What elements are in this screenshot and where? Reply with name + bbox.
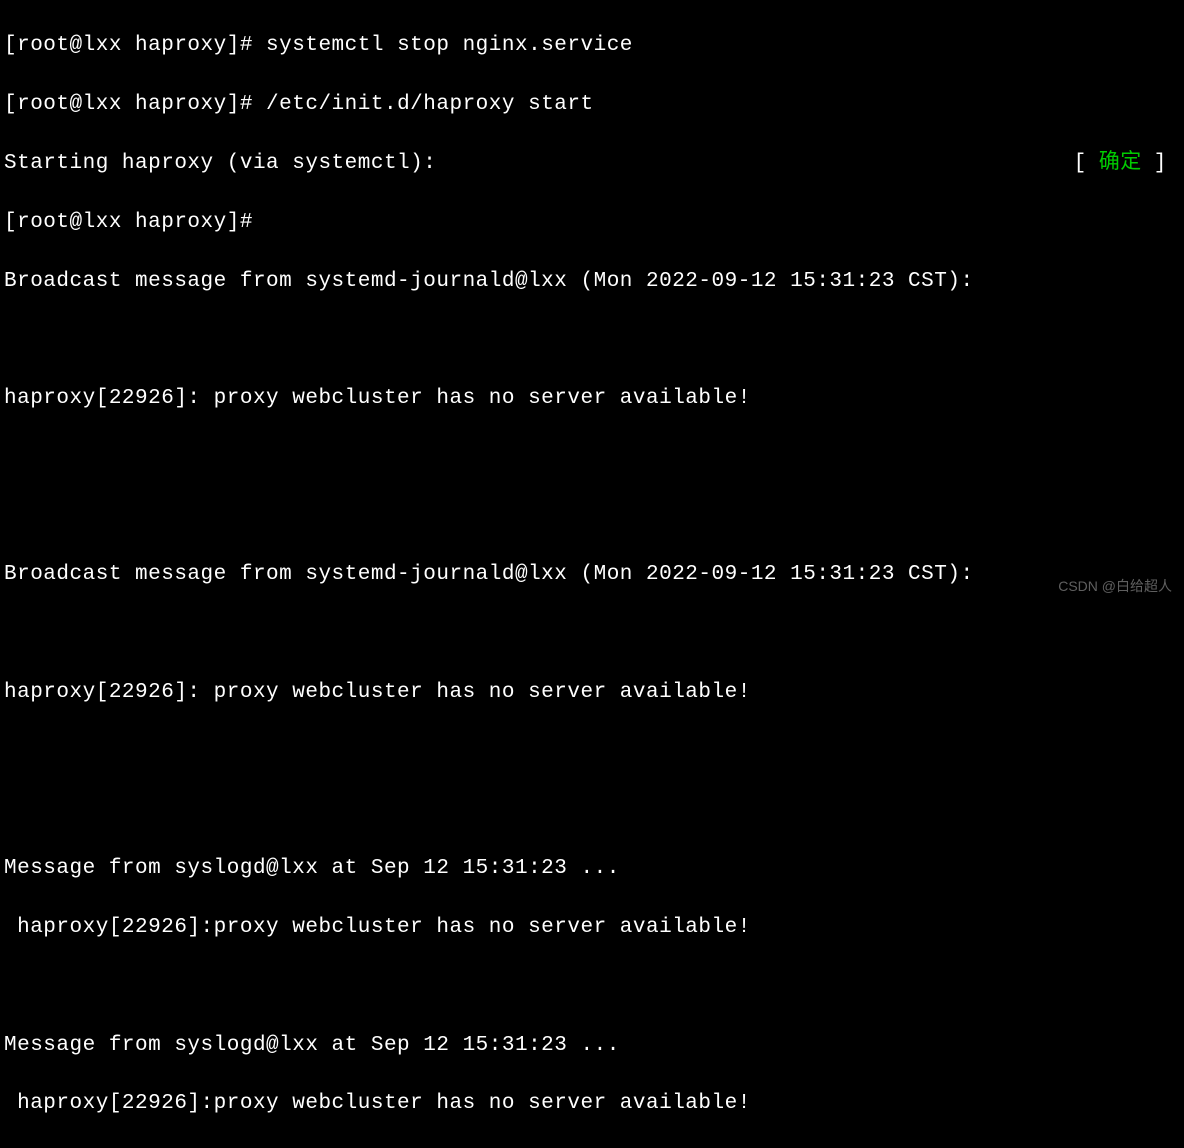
terminal-line [4, 737, 1180, 766]
status-text: Starting haproxy (via systemctl): [4, 149, 436, 178]
bracket-open: [ [1074, 152, 1087, 175]
terminal-output[interactable]: [root@lxx haproxy]# systemctl stop nginx… [4, 2, 1180, 1148]
terminal-line: haproxy[22926]: proxy webcluster has no … [4, 384, 1180, 413]
shell-prompt: [root@lxx haproxy]# [4, 93, 266, 116]
command-text: systemctl stop nginx.service [266, 34, 633, 57]
terminal-line [4, 443, 1180, 472]
terminal-line [4, 796, 1180, 825]
terminal-line: Message from syslogd@lxx at Sep 12 15:31… [4, 854, 1180, 883]
terminal-line: haproxy[22926]:proxy webcluster has no s… [4, 1089, 1180, 1118]
terminal-line [4, 325, 1180, 354]
watermark-text: CSDN @白给超人 [1058, 577, 1172, 597]
ok-status: 确定 [1087, 152, 1154, 175]
terminal-line [4, 619, 1180, 648]
terminal-line: haproxy[22926]: proxy webcluster has no … [4, 678, 1180, 707]
terminal-line: Message from syslogd@lxx at Sep 12 15:31… [4, 1031, 1180, 1060]
bracket-close: ] [1154, 152, 1167, 175]
terminal-line [4, 972, 1180, 1001]
terminal-line: [root@lxx haproxy]# [4, 208, 1180, 237]
terminal-line: Broadcast message from systemd-journald@… [4, 560, 1180, 589]
shell-prompt: [root@lxx haproxy]# [4, 34, 266, 57]
terminal-line [4, 502, 1180, 531]
terminal-line: [root@lxx haproxy]# systemctl stop nginx… [4, 31, 1180, 60]
terminal-line: Starting haproxy (via systemctl): [确定] [4, 149, 1180, 178]
status-indicator: [确定] [1074, 149, 1180, 178]
terminal-line: haproxy[22926]:proxy webcluster has no s… [4, 913, 1180, 942]
command-text: /etc/init.d/haproxy start [266, 93, 594, 116]
shell-prompt: [root@lxx haproxy]# [4, 211, 253, 234]
terminal-line: [root@lxx haproxy]# /etc/init.d/haproxy … [4, 90, 1180, 119]
terminal-line: Broadcast message from systemd-journald@… [4, 267, 1180, 296]
